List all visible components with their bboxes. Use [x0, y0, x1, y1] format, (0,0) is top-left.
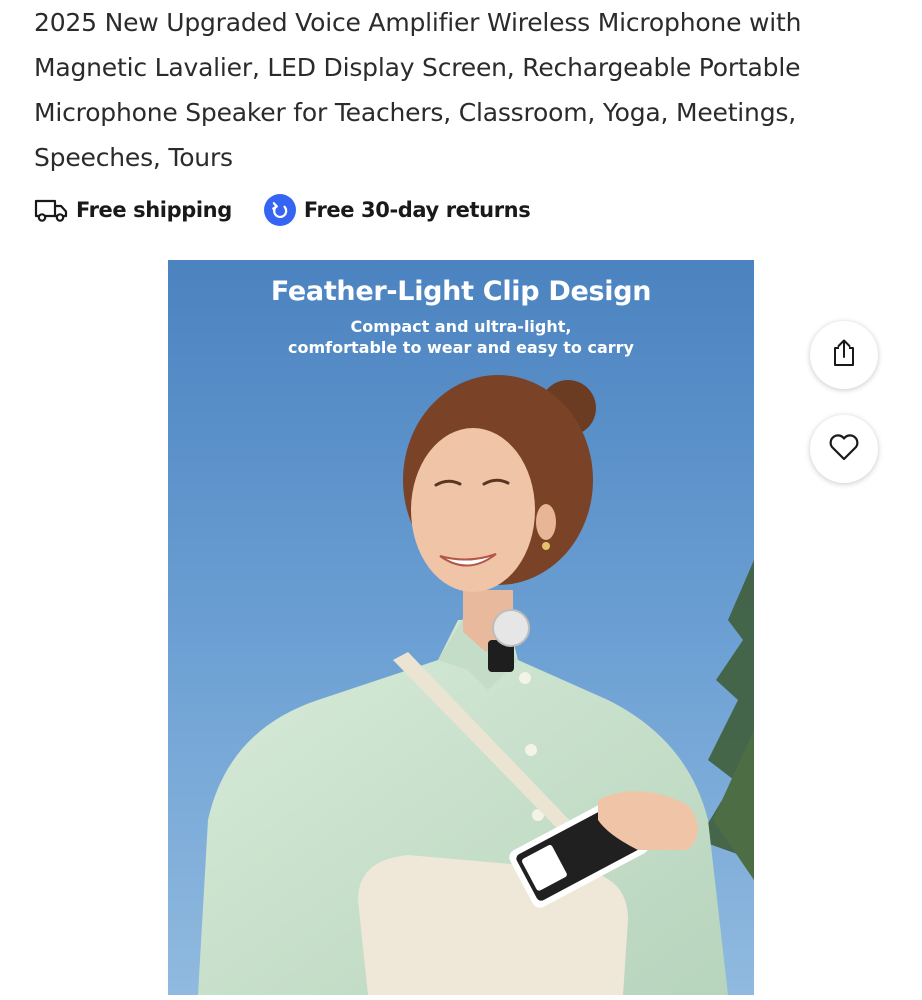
heart-icon [828, 433, 860, 465]
image-subheading-line2: comfortable to wear and easy to carry [288, 338, 634, 357]
product-title: 2025 New Upgraded Voice Amplifier Wirele… [34, 8, 802, 172]
free-returns-label: Free 30-day returns [303, 198, 531, 222]
add-to-watchlist-button[interactable] [810, 415, 878, 483]
product-page: 2025 New Upgraded Voice Amplifier Wirele… [0, 0, 922, 1000]
shipping-returns-row: Free shipping Free 30-day returns [34, 190, 531, 230]
share-icon [830, 338, 858, 372]
share-button[interactable] [810, 321, 878, 389]
product-image[interactable]: Feather-Light Clip Design Compact and ul… [168, 260, 754, 995]
image-heading: Feather-Light Clip Design [270, 276, 652, 307]
image-subheading: Compact and ultra-light, comfortable to … [168, 316, 754, 358]
image-subheading-line1: Compact and ultra-light, [350, 317, 572, 336]
return-arrow-icon [263, 194, 296, 226]
product-photo [168, 260, 754, 995]
free-shipping-label: Free shipping [76, 198, 232, 222]
free-returns-badge: Free 30-day returns [263, 194, 531, 226]
free-shipping-badge: Free shipping [34, 197, 232, 223]
delivery-truck-icon [34, 197, 68, 223]
